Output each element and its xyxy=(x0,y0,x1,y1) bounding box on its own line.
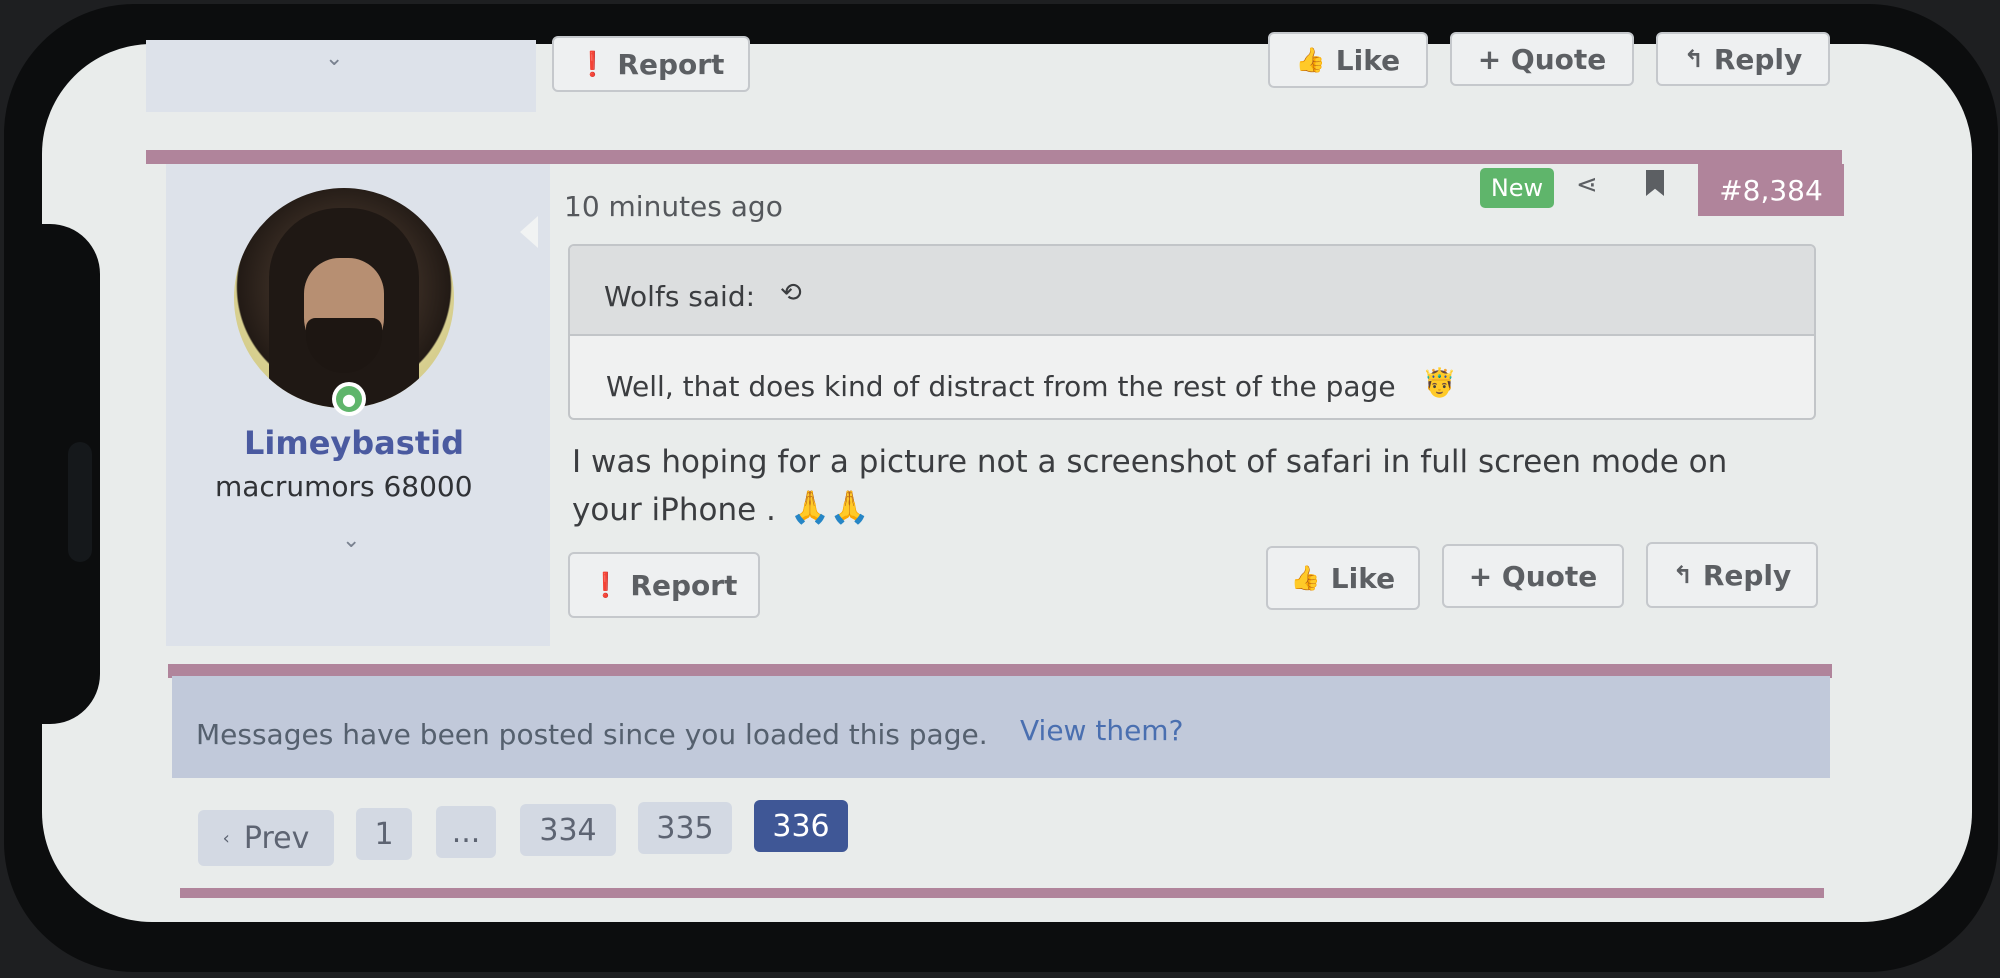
prev-report-label: Report xyxy=(617,47,725,81)
view-them-link[interactable]: View them? xyxy=(1020,714,1183,747)
avatar[interactable] xyxy=(234,188,454,408)
thumbs-up-icon: 👍 xyxy=(1290,564,1321,592)
quote-text: Well, that does kind of distract from th… xyxy=(606,370,1396,403)
report-label: Report xyxy=(630,568,738,602)
quote-header[interactable]: Wolfs said: ⟲ xyxy=(570,246,1814,336)
exclamation-circle-icon: ❗ xyxy=(577,50,608,78)
quote-button[interactable]: + Quote xyxy=(1442,544,1624,608)
post-body-emoji: 🙏🙏 xyxy=(790,488,870,526)
quote-emoji: 🤴 xyxy=(1422,366,1457,399)
new-badge: New xyxy=(1480,168,1554,208)
page-button-336[interactable]: 336 xyxy=(754,800,848,852)
chevron-left-icon: ‹ xyxy=(222,827,230,849)
prev-like-label: Like xyxy=(1335,43,1401,77)
prev-report-button[interactable]: ❗ Report xyxy=(552,36,750,92)
jump-to-quote-icon[interactable]: ⟲ xyxy=(780,278,802,308)
prev-page-button[interactable]: ‹ Prev xyxy=(198,810,334,866)
prev-like-button[interactable]: 👍 Like xyxy=(1268,32,1428,88)
prev-page-label: Prev xyxy=(243,820,310,856)
like-button[interactable]: 👍 Like xyxy=(1266,546,1420,610)
post-top-border xyxy=(146,150,1842,164)
reply-arrow-icon: ↰ xyxy=(1672,561,1693,589)
online-status-icon: ● xyxy=(332,382,366,416)
thumbs-up-icon: 👍 xyxy=(1295,46,1326,74)
page-button-334[interactable]: 334 xyxy=(520,804,616,856)
quote-author[interactable]: Wolfs said: xyxy=(604,280,755,313)
prev-reply-button[interactable]: ↰ Reply xyxy=(1656,32,1830,86)
share-icon[interactable]: ⋖ xyxy=(1576,170,1598,200)
prev-reply-label: Reply xyxy=(1713,42,1803,76)
phone-sensor xyxy=(68,442,92,562)
reply-arrow-icon: ↰ xyxy=(1683,45,1704,73)
post-body-line1: I was hoping for a picture not a screens… xyxy=(572,444,1728,480)
reply-button[interactable]: ↰ Reply xyxy=(1646,542,1818,608)
quote-block: Wolfs said: ⟲ Well, that does kind of di… xyxy=(568,244,1816,420)
page-ellipsis-button[interactable]: ... xyxy=(436,806,496,858)
reply-label: Reply xyxy=(1702,558,1792,592)
chevron-down-icon[interactable]: ⌄ xyxy=(342,528,360,553)
bottom-border xyxy=(180,888,1824,898)
user-title: macrumors 68000 xyxy=(215,470,473,503)
report-button[interactable]: ❗ Report xyxy=(568,552,760,618)
exclamation-circle-icon: ❗ xyxy=(590,571,621,599)
chevron-down-icon[interactable]: ⌄ xyxy=(325,46,343,71)
post-number[interactable]: #8,384 xyxy=(1698,164,1844,216)
new-messages-text: Messages have been posted since you load… xyxy=(196,718,988,751)
post-timestamp[interactable]: 10 minutes ago xyxy=(564,190,783,223)
user-panel-arrow xyxy=(520,216,538,248)
quote-label: + Quote xyxy=(1468,559,1598,593)
like-label: Like xyxy=(1330,561,1396,595)
prev-quote-button[interactable]: + Quote xyxy=(1450,32,1634,86)
page-button-1[interactable]: 1 xyxy=(356,808,412,860)
post-body-line2: your iPhone . xyxy=(572,492,776,528)
new-messages-banner: Messages have been posted since you load… xyxy=(172,676,1830,778)
username[interactable]: Limeybastid xyxy=(244,424,464,462)
prev-quote-label: + Quote xyxy=(1477,42,1607,76)
page-button-335[interactable]: 335 xyxy=(638,802,732,854)
